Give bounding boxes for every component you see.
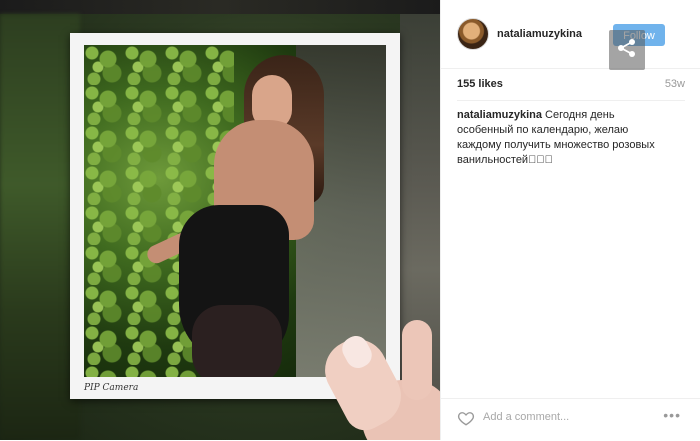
share-button[interactable] xyxy=(609,30,645,70)
photo-watermark: PIP Camera xyxy=(84,383,139,393)
figure-leg xyxy=(192,305,282,377)
more-icon[interactable]: ••• xyxy=(663,407,681,423)
add-comment-input[interactable]: Add a comment... xyxy=(483,411,569,423)
likes-count[interactable]: 155 likes xyxy=(457,78,503,90)
photo-viewer: PIP Camera xyxy=(0,0,440,440)
post-photo[interactable] xyxy=(84,45,386,377)
post-sidebar: nataliamuzykina Follow 155 likes 53w nat… xyxy=(440,0,700,440)
post-stats: 155 likes 53w xyxy=(457,78,685,94)
username-link[interactable]: nataliamuzykina xyxy=(497,28,582,40)
caption-comment: nataliamuzykina Сегодня день особенный п… xyxy=(457,108,667,168)
post-time[interactable]: 53w xyxy=(665,78,685,90)
background-blur-top xyxy=(0,0,440,14)
comment-bar: Add a comment... ••• xyxy=(441,398,700,441)
comment-author[interactable]: nataliamuzykina xyxy=(457,109,542,121)
post-header: nataliamuzykina Follow xyxy=(441,0,700,70)
share-icon xyxy=(616,37,638,64)
hand-finger xyxy=(402,320,432,400)
holding-hand xyxy=(314,320,440,440)
divider xyxy=(457,100,685,101)
heart-icon[interactable] xyxy=(457,409,475,427)
background-blur-left xyxy=(0,14,80,440)
avatar[interactable] xyxy=(457,18,489,50)
